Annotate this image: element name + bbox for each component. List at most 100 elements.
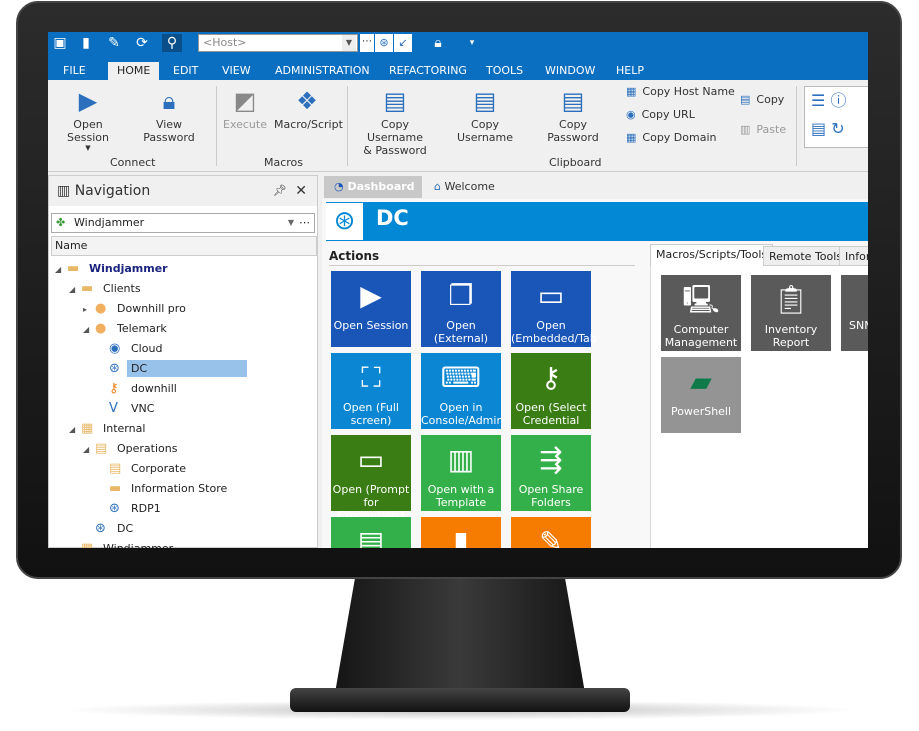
tool-tile-computer-management[interactable]: 🖳︎ Computer Management	[661, 275, 741, 351]
copy-url-button[interactable]: ◉ Copy URL	[626, 105, 695, 125]
tree-item[interactable]: ◉ Cloud	[97, 339, 166, 359]
execute-button[interactable]: ◩ Execute	[220, 84, 270, 131]
more-button[interactable]: ⋯	[360, 34, 374, 52]
tab-dashboard[interactable]: ◔ Dashboard	[324, 176, 422, 198]
more-icon[interactable]: ⋯	[299, 214, 310, 232]
entry-title: DC	[376, 206, 409, 230]
tab-administration[interactable]: ADMINISTRATION	[266, 62, 379, 80]
copy-username-password-button[interactable]: ▤ Copy Username & Password	[354, 84, 436, 157]
chevron-down-icon[interactable]: ▼	[288, 214, 294, 232]
open-session-button[interactable]: ▶ Open Session ▼	[52, 84, 124, 152]
tree-item[interactable]: V VNC	[97, 399, 158, 419]
pencil-icon[interactable]: ✎	[104, 34, 124, 52]
tab-file[interactable]: FILE	[54, 62, 95, 80]
tree-item[interactable]: ◢ ▬ Clients	[69, 279, 145, 299]
action-tile[interactable]: ⌨ Open in Console/Admin	[421, 353, 503, 429]
tree-item[interactable]: ▸▦Windjammer	[69, 539, 177, 548]
tree-item[interactable]: ▬ Information Store	[97, 479, 231, 499]
monitor-icon[interactable]: ▣	[50, 34, 70, 52]
action-tile-label: Open with a	[427, 483, 495, 496]
expander-icon[interactable]: ◢	[83, 440, 95, 460]
tree-item[interactable]: ⊛ RDP1	[97, 499, 165, 519]
action-tile[interactable]: ⚷ Open (Select Credential	[511, 353, 591, 429]
windows-icon: ❐	[448, 279, 474, 312]
tool-tile-powershell[interactable]: ▰ PowerShell	[661, 357, 741, 433]
action-tile[interactable]: ✎	[511, 517, 591, 548]
tool-tile-snmp[interactable]: SNM	[841, 275, 868, 351]
view-password-button[interactable]: 🔒︎ View Password	[130, 84, 208, 144]
paste-icon: ▥	[740, 123, 751, 136]
close-icon[interactable]: ✕	[295, 176, 307, 206]
action-tile[interactable]: ⛶ Open (Full screen)	[331, 353, 411, 429]
tree-item[interactable]: ⊛ DC	[97, 359, 248, 379]
action-tile-label: Open in	[439, 401, 483, 414]
tree-item[interactable]: ◢ ● Telemark	[83, 319, 171, 339]
arrow-icon[interactable]: ↙	[394, 34, 412, 52]
user-icon: ●	[95, 321, 107, 336]
clipboard-info-icon: 📋︎	[773, 283, 809, 316]
template-icon: ▥	[447, 443, 475, 476]
tree-item[interactable]: ▸ ● Downhill pro	[83, 299, 190, 319]
action-tile-label: Open Share	[518, 483, 584, 496]
pin-icon[interactable]: 📌︎	[273, 176, 287, 206]
copy-button[interactable]: ▤ Copy	[740, 90, 784, 110]
host-dropdown-button[interactable]: ▼	[342, 35, 356, 51]
copy-host-name-button[interactable]: ▦ Copy Host Name	[626, 82, 735, 102]
tree-item[interactable]: ▤ Corporate	[97, 459, 190, 479]
copy-user-icon: ▤	[473, 87, 497, 115]
paste-button[interactable]: ▥ Paste	[740, 120, 786, 140]
expander-icon[interactable]: ▸	[83, 300, 95, 320]
tab-view[interactable]: VIEW	[213, 62, 260, 80]
tab-welcome[interactable]: ⌂ Welcome	[434, 176, 495, 198]
tab-help[interactable]: HELP	[607, 62, 653, 80]
tab-home[interactable]: HOME	[108, 62, 160, 80]
document-icon[interactable]: ▮	[76, 34, 96, 52]
tab-tools[interactable]: TOOLS	[477, 62, 532, 80]
database-icon[interactable]: ▤	[811, 119, 826, 138]
host-input[interactable]: <Host>	[198, 34, 358, 52]
action-tile-label: screen)	[350, 414, 392, 427]
vault-selector[interactable]: ✤ Windjammer ▼ ⋯	[51, 213, 315, 233]
tab-window[interactable]: WINDOW	[536, 62, 604, 80]
action-tile[interactable]: ▮	[421, 517, 501, 548]
tab-refactoring[interactable]: REFACTORING	[380, 62, 476, 80]
expander-icon[interactable]: ◢	[55, 260, 67, 280]
copy-domain-button[interactable]: ▦ Copy Domain	[626, 128, 717, 148]
search-icon[interactable]: ⚲	[162, 34, 182, 52]
action-tile[interactable]: ▥ Open with a Template	[421, 435, 501, 511]
info-icon[interactable]: ⓘ	[830, 91, 846, 110]
tab-remote-tools[interactable]: Remote Tools	[763, 246, 849, 266]
tree-item[interactable]: ⊛ DC	[83, 519, 137, 539]
action-tile[interactable]: ▤	[331, 517, 411, 548]
expander-icon[interactable]: ▸	[69, 540, 81, 548]
tab-macros-scripts-tools[interactable]: Macros/Scripts/Tools	[650, 244, 774, 266]
tool-tile-inventory-report[interactable]: 📋︎ Inventory Report	[751, 275, 831, 351]
action-tile-label: Open (Full	[343, 401, 399, 414]
column-header-name[interactable]: Name	[51, 236, 317, 256]
copy-username-button[interactable]: ▤ Copy Username	[444, 84, 526, 144]
copy-password-button[interactable]: ▤ Copy Password	[532, 84, 614, 144]
tab-information[interactable]: Infor	[839, 246, 868, 266]
tab-edit[interactable]: EDIT	[164, 62, 207, 80]
list-icon[interactable]: ☰	[811, 91, 825, 110]
history-icon[interactable]: ↻	[831, 119, 844, 138]
refresh-icon[interactable]: ⟳	[132, 34, 152, 52]
tree-item[interactable]: ◢ ▬ Windjammer	[55, 259, 172, 279]
tree-item[interactable]: ⚷ downhill	[97, 379, 181, 399]
customize-toolbar-icon[interactable]: ▾	[462, 34, 482, 52]
folder-icon: ▬	[109, 481, 122, 496]
tree-item[interactable]: ◢ ▦ Internal	[69, 419, 149, 439]
action-tile[interactable]: ⇶ Open Share Folders	[511, 435, 591, 511]
action-tile[interactable]: ▭ Open (Embedded/Tab	[511, 271, 597, 347]
expander-icon[interactable]: ◢	[69, 420, 81, 440]
lock-icon[interactable]: 🔒︎	[428, 34, 448, 52]
tree-item[interactable]: ◢ ▤ Operations	[83, 439, 181, 459]
expander-icon[interactable]: ◢	[69, 280, 81, 300]
expander-icon[interactable]: ◢	[83, 320, 95, 340]
action-tile[interactable]: ▭ Open (Prompt for Credentials)	[331, 435, 411, 522]
rdp-icon[interactable]: ⊛	[375, 34, 393, 52]
action-tile[interactable]: ▶ Open Session	[331, 271, 411, 347]
macro-script-button[interactable]: ❖ Macro/Script	[274, 84, 343, 131]
action-tile[interactable]: ❐ Open (External)	[421, 271, 501, 347]
script-icon: ❖	[296, 87, 318, 115]
